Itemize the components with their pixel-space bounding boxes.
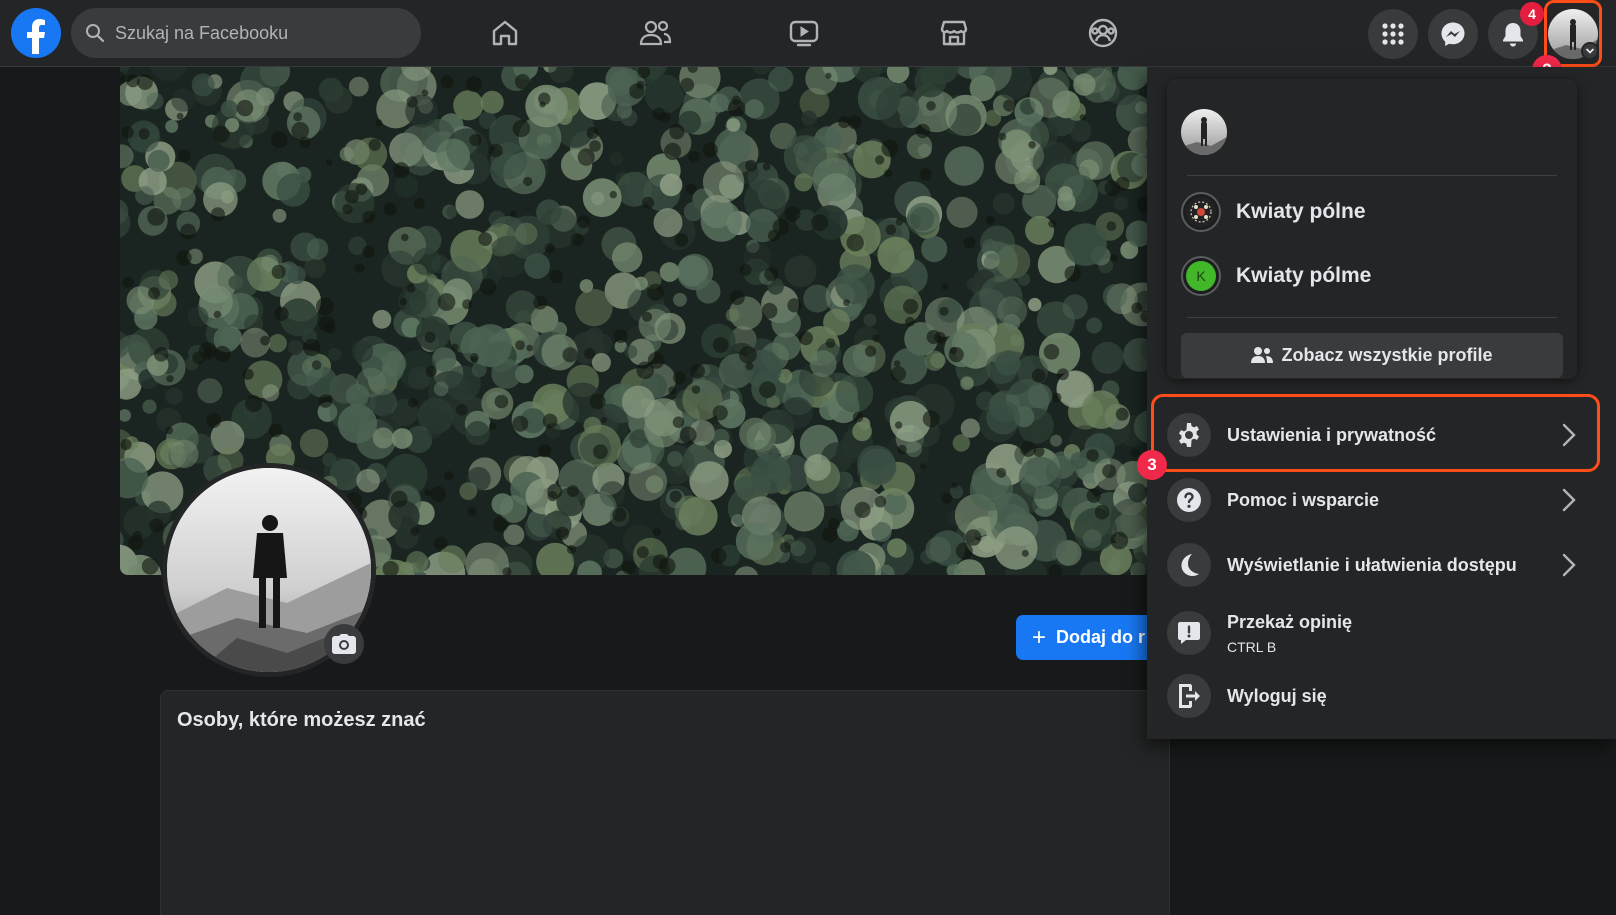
plus-icon: +: [1032, 623, 1047, 651]
chevron-right-icon: [1557, 553, 1581, 577]
help-icon: [1167, 478, 1211, 522]
menu-item-log-out[interactable]: Wyloguj się: [1167, 668, 1587, 724]
menu-grid-icon[interactable]: [1368, 9, 1418, 59]
avatar-initial: K: [1196, 268, 1206, 284]
people-you-may-know-title: Osoby, które możesz znać: [177, 709, 426, 731]
profile-switch-kwiaty-polne[interactable]: Kwiaty pólne: [1181, 187, 1366, 237]
chevron-right-icon: [1557, 488, 1581, 512]
menu-item-shortcut: CTRL B: [1227, 638, 1277, 655]
menu-item-label: Przekaż opinię: [1227, 611, 1353, 632]
friends-icon[interactable]: [635, 13, 675, 53]
feedback-icon: [1167, 611, 1211, 655]
logout-icon: [1167, 674, 1211, 718]
home-icon[interactable]: [485, 13, 525, 53]
flower-logo-icon: [1181, 192, 1221, 232]
messenger-icon[interactable]: [1428, 9, 1478, 59]
see-all-profiles-label: Zobacz wszystkie profile: [1281, 345, 1493, 365]
top-bar: 4: [0, 0, 1616, 67]
profile-switch-kwiaty-polme[interactable]: K Kwiaty pólme: [1181, 251, 1371, 301]
profiles-divider-top: [1187, 175, 1557, 176]
step-marker-3: 3: [1137, 450, 1167, 480]
menu-item-give-feedback[interactable]: Przekaż opinię CTRL B: [1167, 602, 1587, 664]
marketplace-icon[interactable]: [934, 13, 974, 53]
change-profile-photo-camera-icon[interactable]: [324, 624, 364, 664]
groups-icon[interactable]: [1083, 13, 1123, 53]
letter-k-avatar: K: [1181, 256, 1221, 296]
menu-item-label: Pomoc i wsparcie: [1227, 489, 1380, 510]
profile-name: Kwiaty pólme: [1236, 264, 1372, 287]
moon-icon: [1167, 543, 1211, 587]
watch-icon[interactable]: [784, 13, 824, 53]
menu-item-display-accessibility[interactable]: Wyświetlanie i ułatwienia dostępu: [1167, 537, 1587, 593]
menu-item-label: Wyświetlanie i ułatwienia dostępu: [1227, 554, 1517, 575]
settings-highlight-frame: [1151, 394, 1600, 472]
people-you-may-know-card: Osoby, które możesz znać: [160, 690, 1170, 915]
see-all-profiles-button[interactable]: Zobacz wszystkie profile: [1181, 333, 1563, 378]
current-profile-avatar[interactable]: [1181, 109, 1227, 155]
add-button-label: Dodaj do r: [1056, 627, 1146, 647]
profile-name: Kwiaty pólne: [1236, 200, 1366, 223]
menu-item-label: Wyloguj się: [1227, 685, 1327, 706]
profiles-divider-bottom: [1187, 317, 1557, 318]
facebook-logo-icon[interactable]: [11, 8, 61, 58]
profiles-card: Kwiaty pólne K Kwiaty pólme Zobacz wszys…: [1167, 79, 1577, 379]
menu-item-help-support[interactable]: Pomoc i wsparcie: [1167, 472, 1587, 528]
notification-count-badge: 4: [1520, 2, 1544, 26]
profiles-icon: [1251, 346, 1274, 363]
search-bar[interactable]: [71, 8, 421, 58]
search-icon: [86, 24, 105, 43]
search-input[interactable]: [115, 22, 395, 44]
